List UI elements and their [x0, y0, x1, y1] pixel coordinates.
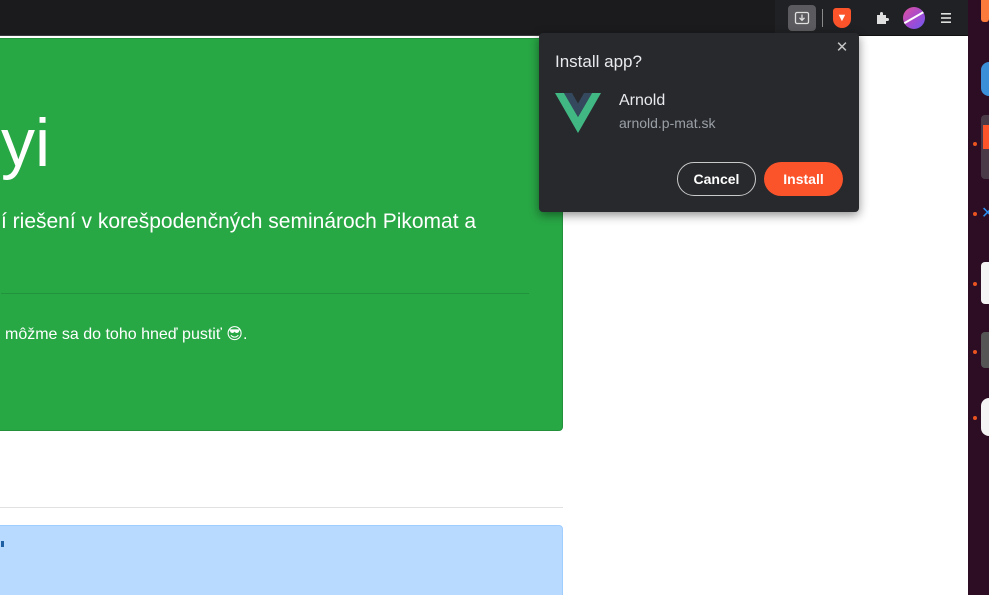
- os-dock: ✕: [968, 0, 989, 595]
- section-divider: [0, 507, 563, 508]
- dialog-title: Install app?: [555, 52, 642, 71]
- cancel-button[interactable]: Cancel: [677, 162, 756, 196]
- dock-running-indicator: [973, 282, 977, 286]
- install-app-dialog: Install app? ✕ Arnold arnold.p-mat.sk Ca…: [539, 33, 859, 212]
- dock-app-tile-active[interactable]: [981, 115, 989, 179]
- browser-toolbar: ▼: [0, 0, 968, 36]
- dock-app-tile[interactable]: [981, 398, 989, 436]
- app-logo-icon: [555, 93, 601, 133]
- info-card: [0, 525, 563, 595]
- hero-body-text: môžme sa do toho hneď pustiť 😎.: [5, 326, 248, 343]
- profile-avatar[interactable]: [900, 5, 928, 31]
- app-url: arnold.p-mat.sk: [619, 115, 716, 131]
- dock-running-indicator: [973, 142, 977, 146]
- hero-lead-text: í riešení v korešpodenčných seminároch P…: [1, 210, 477, 233]
- dock-app-tile[interactable]: [981, 332, 989, 368]
- install-app-icon[interactable]: [788, 5, 816, 31]
- menu-icon[interactable]: [932, 5, 960, 31]
- dock-app-tile[interactable]: ✕: [981, 205, 989, 223]
- app-name: Arnold: [619, 92, 666, 109]
- brave-shield-icon[interactable]: ▼: [828, 5, 856, 31]
- hero-divider: [1, 293, 529, 294]
- address-bar-area[interactable]: [0, 0, 775, 36]
- install-button[interactable]: Install: [764, 162, 843, 196]
- toolbar-separator: [822, 9, 823, 27]
- jumbotron: yi í riešení v korešpodenčných seminároc…: [0, 38, 563, 431]
- extensions-icon[interactable]: [868, 5, 896, 31]
- card-marker: [1, 541, 4, 547]
- dock-app-tile[interactable]: [981, 62, 989, 96]
- dock-app-tile[interactable]: [981, 0, 989, 22]
- hero-title: yi: [1, 105, 51, 181]
- dock-running-indicator: [973, 416, 977, 420]
- dock-app-tile[interactable]: [981, 262, 989, 304]
- dock-running-indicator: [973, 350, 977, 354]
- dock-running-indicator: [973, 212, 977, 216]
- close-icon[interactable]: ✕: [833, 39, 851, 57]
